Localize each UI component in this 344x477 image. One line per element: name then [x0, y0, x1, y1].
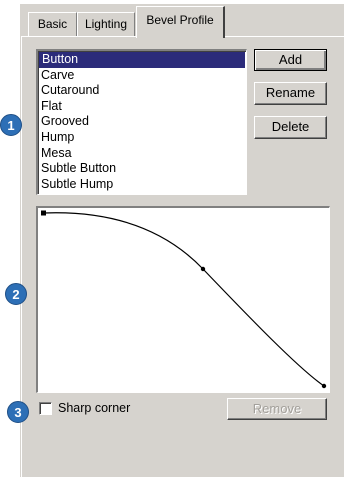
- bevel-curve: [41, 210, 327, 389]
- list-item[interactable]: Cutaround: [38, 83, 246, 99]
- curve-mid-handle[interactable]: [200, 266, 206, 272]
- curve-end-handle[interactable]: [321, 383, 327, 389]
- list-item[interactable]: Button: [39, 52, 245, 68]
- sharp-corner-label: Sharp corner: [58, 401, 131, 415]
- list-item[interactable]: Hump: [38, 130, 246, 146]
- profile-list[interactable]: Button Carve Cutaround Flat Grooved Hump…: [36, 49, 247, 195]
- add-button[interactable]: Add: [254, 49, 327, 71]
- curve-start-handle[interactable]: [41, 210, 46, 216]
- tab-lighting[interactable]: Lighting: [77, 12, 135, 36]
- callout-marker: 2: [5, 283, 27, 305]
- list-item[interactable]: Carve: [38, 68, 246, 84]
- list-item[interactable]: Subtle Button: [38, 161, 246, 177]
- remove-button: Remove: [227, 398, 327, 420]
- tab-basic[interactable]: Basic: [28, 12, 77, 36]
- delete-button[interactable]: Delete: [254, 116, 327, 139]
- list-item[interactable]: Flat: [38, 99, 246, 115]
- callout-marker: 1: [0, 114, 22, 136]
- rename-button[interactable]: Rename: [254, 82, 327, 105]
- list-item[interactable]: Grooved: [38, 114, 246, 130]
- curve-path: [43, 212, 325, 387]
- sharp-corner-checkbox[interactable]: [39, 402, 52, 415]
- bevel-curve-editor[interactable]: [36, 206, 330, 393]
- list-item[interactable]: Subtle Hump: [38, 177, 246, 193]
- list-item[interactable]: Mesa: [38, 146, 246, 162]
- callout-marker: 3: [7, 401, 29, 423]
- tab-bevel-profile[interactable]: Bevel Profile: [136, 6, 225, 38]
